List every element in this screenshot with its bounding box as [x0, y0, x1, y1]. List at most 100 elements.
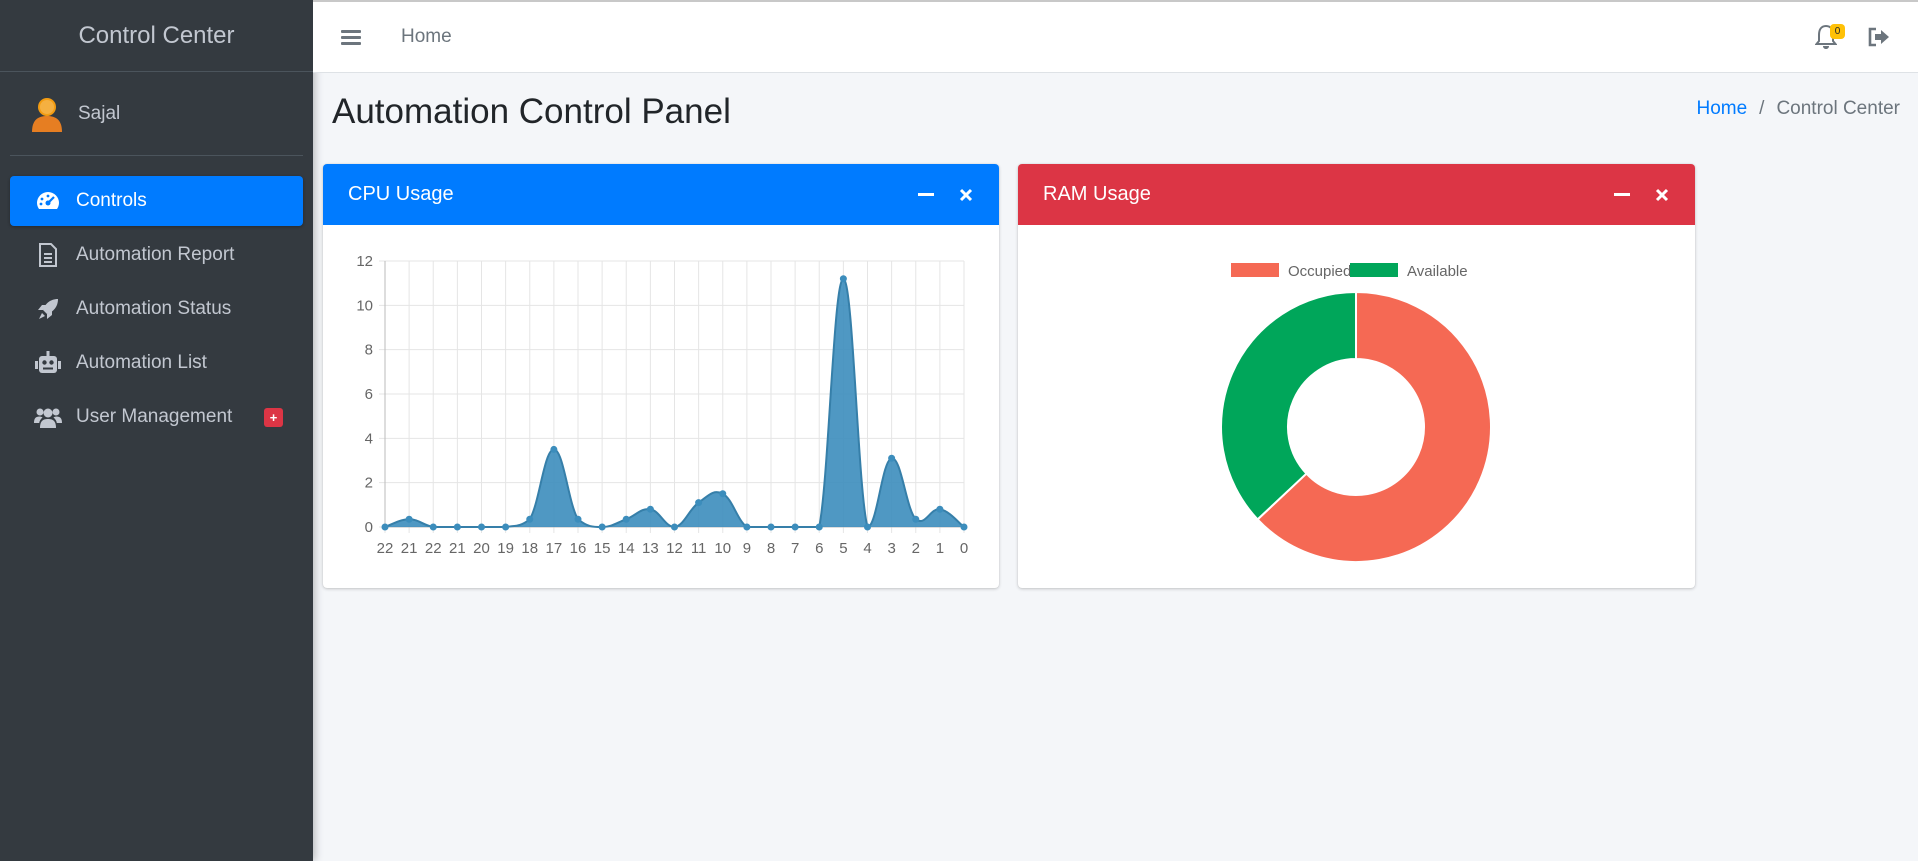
x-tick-label: 18: [521, 540, 538, 557]
cpu-collapse-button[interactable]: [915, 184, 937, 206]
notifications-button[interactable]: 0: [1813, 22, 1845, 52]
menu-toggle-icon[interactable]: [341, 27, 361, 48]
sidebar-item-label: Automation Status: [76, 298, 232, 319]
cpu-data-point: [936, 505, 944, 513]
cpu-data-point: [815, 523, 823, 531]
logout-button[interactable]: [1867, 22, 1893, 52]
x-tick-label: 17: [546, 540, 563, 557]
x-tick-label: 22: [425, 540, 442, 557]
y-tick-label: 12: [356, 253, 373, 270]
x-tick-label: 12: [666, 540, 683, 557]
x-tick-label: 11: [691, 540, 707, 557]
top-home-link[interactable]: Home: [401, 26, 452, 48]
x-tick-label: 16: [570, 540, 587, 557]
user-management-badge: +: [264, 408, 283, 427]
x-tick-label: 5: [839, 540, 847, 557]
ram-usage-card: RAM Usage Occupied Available: [1018, 164, 1695, 588]
x-tick-label: 6: [815, 540, 823, 557]
cpu-data-point: [839, 275, 847, 283]
close-icon: [1655, 188, 1669, 202]
x-tick-label: 21: [449, 540, 466, 557]
brand-title[interactable]: Control Center: [0, 0, 313, 72]
sidebar-item-label: User Management: [76, 406, 233, 427]
sidebar-item-automation-status[interactable]: Automation Status: [10, 284, 303, 334]
cpu-data-point: [864, 523, 871, 531]
y-tick-label: 4: [365, 430, 373, 447]
x-tick-label: 14: [618, 540, 635, 557]
y-tick-label: 2: [365, 475, 373, 492]
legend-label-available: Available: [1407, 263, 1468, 280]
x-tick-label: 4: [863, 540, 871, 557]
sidebar-item-label: Automation Report: [76, 244, 235, 265]
breadcrumb-current: Control Center: [1776, 98, 1900, 119]
legend-swatch-occupied: [1231, 263, 1279, 277]
cpu-data-point: [646, 505, 654, 513]
page-title: Automation Control Panel: [332, 92, 731, 131]
breadcrumb: Home / Control Center: [1696, 98, 1900, 120]
sidebar-item-label: Controls: [76, 190, 147, 211]
cpu-data-point: [791, 523, 799, 531]
minus-icon: [1614, 193, 1630, 196]
cpu-data-point: [526, 515, 534, 523]
cpu-card-title: CPU Usage: [348, 183, 454, 205]
cpu-data-point: [960, 523, 968, 531]
sidebar-item-label: Automation List: [76, 352, 207, 373]
cpu-data-point: [719, 490, 727, 498]
cpu-card-tools: [897, 184, 977, 206]
cpu-data-point: [912, 515, 920, 523]
sidebar-item-controls[interactable]: Controls: [10, 176, 303, 226]
file-text-icon: [34, 241, 62, 269]
users-icon: [34, 403, 62, 431]
ram-card-title: RAM Usage: [1043, 183, 1151, 205]
cpu-data-point: [622, 515, 630, 523]
x-tick-label: 9: [743, 540, 751, 557]
cpu-data-point: [671, 523, 678, 531]
sign-out-icon: [1868, 27, 1889, 47]
close-icon: [959, 188, 973, 202]
sidebar: Control Center Sajal Controls Automation…: [0, 0, 313, 861]
sidebar-nav: Controls Automation Report Automation St…: [0, 156, 313, 442]
legend-swatch-available: [1350, 263, 1398, 277]
cpu-data-point: [502, 523, 510, 531]
sidebar-item-user-management[interactable]: User Management +: [10, 392, 303, 442]
cpu-remove-button[interactable]: [955, 184, 977, 206]
x-tick-label: 21: [401, 540, 418, 557]
cpu-data-point: [429, 523, 437, 531]
ram-doughnut-chart: Occupied Available: [1220, 263, 1492, 563]
x-tick-label: 15: [594, 540, 611, 557]
cpu-data-point: [767, 523, 775, 531]
ram-collapse-button[interactable]: [1611, 184, 1633, 206]
x-tick-label: 20: [473, 540, 490, 557]
user-name[interactable]: Sajal: [78, 103, 120, 125]
minus-icon: [918, 193, 934, 196]
cpu-data-point: [453, 523, 461, 531]
x-tick-label: 1: [936, 540, 944, 557]
y-tick-label: 0: [365, 519, 373, 536]
cpu-data-point: [888, 454, 896, 462]
ram-card-tools: [1593, 184, 1673, 206]
cpu-data-point: [695, 499, 703, 507]
robot-icon: [34, 349, 62, 377]
notification-count-badge: 0: [1830, 24, 1845, 39]
cpu-data-point: [574, 515, 582, 523]
user-avatar-icon[interactable]: [30, 96, 64, 132]
x-tick-label: 8: [767, 540, 775, 557]
cpu-area-chart: 02468101222 21 22 21 20 19 18 17 16 15 14 13 12 11 10 9…: [356, 253, 968, 557]
cpu-data-point: [478, 523, 485, 531]
sidebar-item-automation-list[interactable]: Automation List: [10, 338, 303, 388]
x-tick-label: 22: [377, 540, 394, 557]
cpu-usage-card: CPU Usage 0 2 4 6 8 10 12 22 21 22 21 20 19 18 17 16 15 1…: [323, 164, 999, 588]
ram-card-header: RAM Usage: [1018, 164, 1695, 225]
x-tick-label: 10: [714, 540, 731, 557]
x-tick-label: 13: [642, 540, 659, 557]
cpu-card-header: CPU Usage: [323, 164, 999, 225]
top-navbar: Home 0: [313, 0, 1918, 73]
y-tick-label: 6: [365, 386, 373, 403]
ram-remove-button[interactable]: [1651, 184, 1673, 206]
cpu-data-point: [598, 523, 606, 531]
breadcrumb-home-link[interactable]: Home: [1696, 98, 1747, 120]
x-tick-label: 2: [912, 540, 920, 557]
rocket-icon: [34, 295, 62, 323]
sidebar-item-automation-report[interactable]: Automation Report: [10, 230, 303, 280]
slice-available: [1220, 290, 1357, 521]
